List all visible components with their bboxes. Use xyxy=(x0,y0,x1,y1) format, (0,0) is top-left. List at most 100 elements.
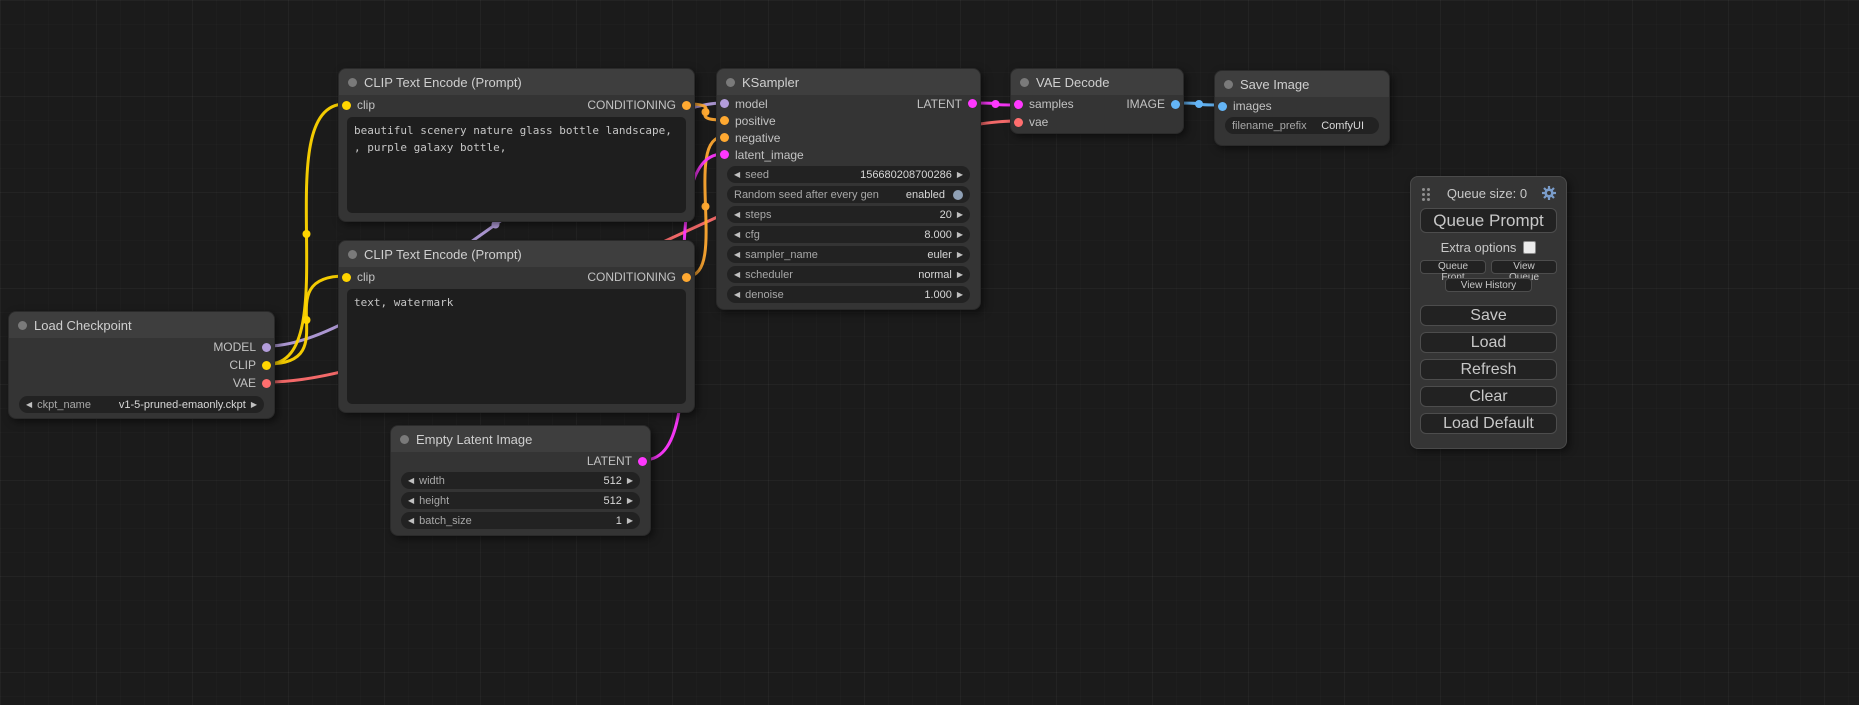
collapse-circle-icon[interactable] xyxy=(1224,80,1233,89)
arrow-right-icon[interactable]: ▶ xyxy=(957,231,963,239)
queue-front-button[interactable]: Queue Front xyxy=(1420,260,1486,274)
output-slot-vae: VAE xyxy=(9,374,274,392)
node-title-bar[interactable]: Empty Latent Image xyxy=(391,426,650,452)
images-input-dot[interactable] xyxy=(1218,102,1227,111)
image-output-dot[interactable] xyxy=(1171,100,1180,109)
node-load-checkpoint[interactable]: Load Checkpoint MODEL CLIP VAE ◀ ckpt_na… xyxy=(8,311,275,419)
view-queue-button[interactable]: View Queue xyxy=(1491,260,1557,274)
collapse-circle-icon[interactable] xyxy=(726,78,735,87)
arrow-right-icon[interactable]: ▶ xyxy=(627,497,633,505)
width-widget[interactable]: ◀ width 512 ▶ xyxy=(401,472,640,489)
batch-size-widget[interactable]: ◀ batch_size 1 ▶ xyxy=(401,512,640,529)
queue-prompt-button[interactable]: Queue Prompt xyxy=(1420,208,1557,233)
height-widget[interactable]: ◀ height 512 ▶ xyxy=(401,492,640,509)
collapse-circle-icon[interactable] xyxy=(1020,78,1029,87)
save-button[interactable]: Save xyxy=(1420,305,1557,326)
negative-input-dot[interactable] xyxy=(720,133,729,142)
sampler-name-widget[interactable]: ◀ sampler_name euler ▶ xyxy=(727,246,970,263)
vae-input-dot[interactable] xyxy=(1014,118,1023,127)
node-title-bar[interactable]: VAE Decode xyxy=(1011,69,1183,95)
arrow-right-icon[interactable]: ▶ xyxy=(957,211,963,219)
latent-output-dot[interactable] xyxy=(968,99,977,108)
model-output-dot[interactable] xyxy=(262,343,271,352)
arrow-left-icon[interactable]: ◀ xyxy=(734,251,740,259)
arrow-left-icon[interactable]: ◀ xyxy=(408,477,414,485)
arrow-right-icon[interactable]: ▶ xyxy=(251,401,257,409)
arrow-right-icon[interactable]: ▶ xyxy=(957,291,963,299)
toggle-dot-icon[interactable] xyxy=(953,190,963,200)
filename-prefix-widget[interactable]: filename_prefix ComfyUI xyxy=(1225,117,1379,134)
queue-size-label: Queue size: 0 xyxy=(1433,186,1541,201)
collapse-circle-icon[interactable] xyxy=(348,250,357,259)
comfyui-canvas[interactable]: { "colors": { "model": "#B39DDB", "clip"… xyxy=(0,0,1859,705)
node-title: CLIP Text Encode (Prompt) xyxy=(364,75,522,90)
collapse-circle-icon[interactable] xyxy=(348,78,357,87)
arrow-right-icon[interactable]: ▶ xyxy=(957,251,963,259)
input-slot-negative: negative xyxy=(717,129,980,146)
arrow-right-icon[interactable]: ▶ xyxy=(957,171,963,179)
scheduler-widget[interactable]: ◀ scheduler normal ▶ xyxy=(727,266,970,283)
load-button[interactable]: Load xyxy=(1420,332,1557,353)
extra-options-checkbox[interactable] xyxy=(1523,241,1536,254)
drag-handle-icon[interactable] xyxy=(1422,188,1425,191)
node-title-bar[interactable]: Load Checkpoint xyxy=(9,312,274,338)
vae-output-dot[interactable] xyxy=(262,379,271,388)
arrow-right-icon[interactable]: ▶ xyxy=(627,477,633,485)
arrow-left-icon[interactable]: ◀ xyxy=(734,231,740,239)
slot-row: clip CONDITIONING xyxy=(339,267,694,287)
extra-options-label: Extra options xyxy=(1441,240,1517,255)
node-title-bar[interactable]: CLIP Text Encode (Prompt) xyxy=(339,69,694,95)
arrow-left-icon[interactable]: ◀ xyxy=(734,271,740,279)
latent-output-dot[interactable] xyxy=(638,457,647,466)
arrow-left-icon[interactable]: ◀ xyxy=(734,211,740,219)
input-slot-samples: samples xyxy=(1014,97,1074,111)
denoise-widget[interactable]: ◀ denoise 1.000 ▶ xyxy=(727,286,970,303)
control-after-generate-widget[interactable]: Random seed after every gen enabled xyxy=(727,186,970,203)
input-slot-latent-image: latent_image xyxy=(717,146,980,163)
output-slot-latent: LATENT xyxy=(917,97,977,111)
arrow-left-icon[interactable]: ◀ xyxy=(26,401,32,409)
model-input-dot[interactable] xyxy=(720,99,729,108)
clip-input-dot[interactable] xyxy=(342,101,351,110)
conditioning-output-dot[interactable] xyxy=(682,101,691,110)
arrow-right-icon[interactable]: ▶ xyxy=(957,271,963,279)
node-save-image[interactable]: Save Image images filename_prefix ComfyU… xyxy=(1214,70,1390,146)
settings-gear-icon[interactable] xyxy=(1541,185,1557,201)
collapse-circle-icon[interactable] xyxy=(18,321,27,330)
input-slot-positive: positive xyxy=(717,112,980,129)
clip-input-dot[interactable] xyxy=(342,273,351,282)
ckpt-name-widget[interactable]: ◀ ckpt_name v1-5-pruned-emaonly.ckpt ▶ xyxy=(19,396,264,413)
node-clip-text-encode-positive[interactable]: CLIP Text Encode (Prompt) clip CONDITION… xyxy=(338,68,695,222)
arrow-left-icon[interactable]: ◀ xyxy=(408,497,414,505)
output-slot-model: MODEL xyxy=(9,338,274,356)
node-title-bar[interactable]: Save Image xyxy=(1215,71,1389,97)
input-slot-vae: vae xyxy=(1011,113,1183,131)
node-vae-decode[interactable]: VAE Decode samples IMAGE vae xyxy=(1010,68,1184,134)
arrow-left-icon[interactable]: ◀ xyxy=(734,291,740,299)
link-midpoint-dot xyxy=(992,100,1000,108)
load-default-button[interactable]: Load Default xyxy=(1420,413,1557,434)
clear-button[interactable]: Clear xyxy=(1420,386,1557,407)
conditioning-output-dot[interactable] xyxy=(682,273,691,282)
view-history-button[interactable]: View History xyxy=(1445,278,1533,292)
positive-input-dot[interactable] xyxy=(720,116,729,125)
node-title-bar[interactable]: KSampler xyxy=(717,69,980,95)
samples-input-dot[interactable] xyxy=(1014,100,1023,109)
collapse-circle-icon[interactable] xyxy=(400,435,409,444)
arrow-left-icon[interactable]: ◀ xyxy=(408,517,414,525)
arrow-left-icon[interactable]: ◀ xyxy=(734,171,740,179)
cfg-widget[interactable]: ◀ cfg 8.000 ▶ xyxy=(727,226,970,243)
node-title-bar[interactable]: CLIP Text Encode (Prompt) xyxy=(339,241,694,267)
seed-widget[interactable]: ◀ seed 156680208700286 ▶ xyxy=(727,166,970,183)
view-history-row: View History xyxy=(1420,278,1557,292)
arrow-right-icon[interactable]: ▶ xyxy=(627,517,633,525)
node-clip-text-encode-negative[interactable]: CLIP Text Encode (Prompt) clip CONDITION… xyxy=(338,240,695,413)
clip-output-dot[interactable] xyxy=(262,361,271,370)
positive-prompt-textarea[interactable]: beautiful scenery nature glass bottle la… xyxy=(347,117,686,213)
node-ksampler[interactable]: KSampler model LATENT positive negative … xyxy=(716,68,981,310)
latent-image-input-dot[interactable] xyxy=(720,150,729,159)
refresh-button[interactable]: Refresh xyxy=(1420,359,1557,380)
steps-widget[interactable]: ◀ steps 20 ▶ xyxy=(727,206,970,223)
negative-prompt-textarea[interactable]: text, watermark xyxy=(347,289,686,404)
node-empty-latent-image[interactable]: Empty Latent Image LATENT ◀ width 512 ▶ … xyxy=(390,425,651,536)
